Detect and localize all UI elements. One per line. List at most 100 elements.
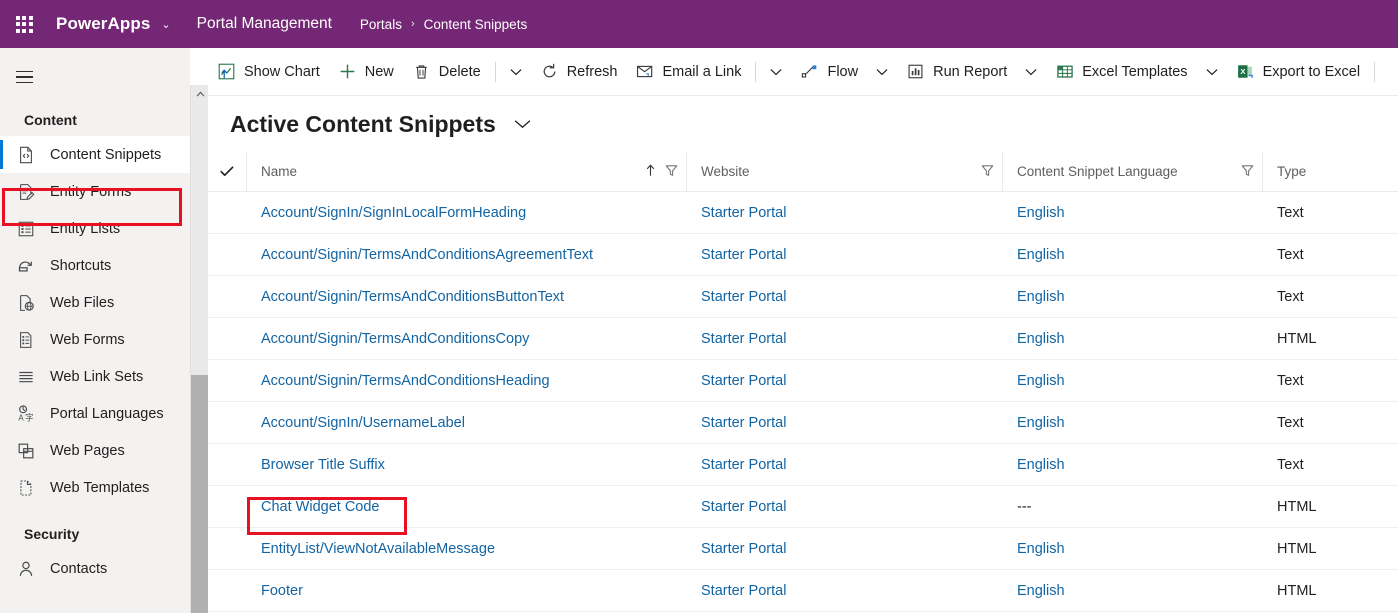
cell-website[interactable]: Starter Portal	[686, 373, 1002, 389]
cell-website[interactable]: Starter Portal	[686, 499, 1002, 515]
sidebar-item-content-snippets[interactable]: Content Snippets	[0, 136, 190, 173]
column-header-content-snippet-language[interactable]: Content Snippet Language	[1002, 151, 1262, 192]
cell-language[interactable]: English	[1002, 289, 1262, 305]
run-report-chevron-down-icon[interactable]	[1016, 52, 1046, 92]
cell-language[interactable]: English	[1002, 541, 1262, 557]
cell-name[interactable]: EntityList/ViewNotAvailableMessage	[246, 541, 686, 557]
filter-icon[interactable]	[1241, 164, 1254, 180]
export-to-excel-button[interactable]: X Export to Excel	[1227, 52, 1370, 92]
table-row[interactable]: Account/Signin/TermsAndConditionsHeading…	[208, 360, 1398, 402]
table-row[interactable]: Account/SignIn/SignInLocalFormHeading Sta…	[208, 192, 1398, 234]
email-overflow-chevron-down-icon[interactable]	[761, 52, 791, 92]
cell-name-text[interactable]: Browser Title Suffix	[261, 457, 385, 473]
cell-website[interactable]: Starter Portal	[686, 541, 1002, 557]
cell-website[interactable]: Starter Portal	[686, 331, 1002, 347]
table-row[interactable]: Account/Signin/TermsAndConditionsButtonT…	[208, 276, 1398, 318]
chevron-up-icon[interactable]	[191, 85, 209, 102]
sidebar-scrollbar[interactable]	[190, 85, 209, 613]
table-row[interactable]: Chat Widget Code Starter Portal --- HTML	[208, 486, 1398, 528]
cell-name[interactable]: Account/Signin/TermsAndConditionsAgreeme…	[246, 247, 686, 263]
cell-website-text[interactable]: Starter Portal	[701, 331, 786, 347]
cell-name-text[interactable]: Footer	[261, 583, 303, 599]
cell-language-text[interactable]: English	[1017, 415, 1065, 431]
sidebar-item-contacts[interactable]: Contacts	[0, 550, 190, 587]
delete-button[interactable]: Delete	[403, 52, 490, 92]
sidebar-item-web-pages[interactable]: Web Pages	[0, 432, 190, 469]
cell-name-text[interactable]: Account/Signin/TermsAndConditionsCopy	[261, 331, 529, 347]
column-header-website[interactable]: Website	[686, 151, 1002, 192]
cell-language[interactable]: English	[1002, 331, 1262, 347]
table-row[interactable]: EntityList/ViewNotAvailableMessage Starte…	[208, 528, 1398, 570]
cell-language[interactable]: English	[1002, 247, 1262, 263]
table-row[interactable]: Footer Starter Portal English HTML	[208, 570, 1398, 612]
cell-name-text[interactable]: EntityList/ViewNotAvailableMessage	[261, 541, 495, 557]
cell-name[interactable]: Account/SignIn/UsernameLabel	[246, 415, 686, 431]
cell-website-text[interactable]: Starter Portal	[701, 247, 786, 263]
cell-language[interactable]: English	[1002, 457, 1262, 473]
cell-website-text[interactable]: Starter Portal	[701, 499, 786, 515]
cell-name[interactable]: Account/SignIn/SignInLocalFormHeading	[246, 205, 686, 221]
cell-name[interactable]: Chat Widget Code	[246, 499, 686, 515]
delete-overflow-chevron-down-icon[interactable]	[501, 52, 531, 92]
cell-language-text[interactable]: English	[1017, 457, 1065, 473]
cell-name[interactable]: Account/Signin/TermsAndConditionsHeading	[246, 373, 686, 389]
select-all-checkbox[interactable]	[208, 166, 246, 177]
cell-website-text[interactable]: Starter Portal	[701, 583, 786, 599]
cell-website-text[interactable]: Starter Portal	[701, 541, 786, 557]
sidebar-item-entity-lists[interactable]: Entity Lists	[0, 210, 190, 247]
sidebar-item-entity-forms[interactable]: Entity Forms	[0, 173, 190, 210]
flow-button[interactable]: Flow	[791, 52, 867, 92]
cell-name-text[interactable]: Account/SignIn/UsernameLabel	[261, 415, 465, 431]
arrow-up-icon[interactable]	[646, 164, 655, 179]
cell-name-text[interactable]: Account/Signin/TermsAndConditionsButtonT…	[261, 289, 564, 305]
cell-name[interactable]: Footer	[246, 583, 686, 599]
cell-name-text[interactable]: Chat Widget Code	[261, 499, 379, 515]
brand-chevron-down-icon[interactable]: ⌄	[161, 18, 170, 31]
breadcrumb-root[interactable]: Portals	[360, 17, 402, 32]
cell-website[interactable]: Starter Portal	[686, 583, 1002, 599]
refresh-button[interactable]: Refresh	[531, 52, 627, 92]
cell-language-text[interactable]: English	[1017, 289, 1065, 305]
app-launcher-button[interactable]	[0, 0, 48, 48]
brand-title[interactable]: PowerApps	[56, 14, 150, 34]
cell-name-text[interactable]: Account/SignIn/SignInLocalFormHeading	[261, 205, 526, 221]
sidebar-item-web-link-sets[interactable]: Web Link Sets	[0, 358, 190, 395]
view-selector-chevron-down-icon[interactable]	[514, 116, 531, 132]
sidebar-item-shortcuts[interactable]: Shortcuts	[0, 247, 190, 284]
table-row[interactable]: Account/Signin/TermsAndConditionsCopy Sta…	[208, 318, 1398, 360]
excel-templates-button[interactable]: Excel Templates	[1046, 52, 1196, 92]
sidebar-item-portal-languages[interactable]: A字 Portal Languages	[0, 395, 190, 432]
cell-name[interactable]: Account/Signin/TermsAndConditionsCopy	[246, 331, 686, 347]
cell-website-text[interactable]: Starter Portal	[701, 415, 786, 431]
cell-name-text[interactable]: Account/Signin/TermsAndConditionsAgreeme…	[261, 247, 593, 263]
excel-templates-chevron-down-icon[interactable]	[1197, 52, 1227, 92]
hamburger-menu-icon[interactable]	[0, 56, 48, 98]
cell-language[interactable]: English	[1002, 373, 1262, 389]
cell-language-text[interactable]: English	[1017, 373, 1065, 389]
cell-language-text[interactable]: English	[1017, 583, 1065, 599]
show-chart-button[interactable]: Show Chart	[208, 52, 329, 92]
cell-website[interactable]: Starter Portal	[686, 205, 1002, 221]
cell-language-text[interactable]: English	[1017, 247, 1065, 263]
sidebar-item-web-files[interactable]: Web Files	[0, 284, 190, 321]
cell-website[interactable]: Starter Portal	[686, 289, 1002, 305]
cell-language-text[interactable]: English	[1017, 331, 1065, 347]
filter-icon[interactable]	[665, 164, 678, 180]
cell-website[interactable]: Starter Portal	[686, 415, 1002, 431]
sidebar-scrollbar-thumb[interactable]	[191, 375, 209, 613]
cell-name-text[interactable]: Account/Signin/TermsAndConditionsHeading	[261, 373, 550, 389]
cell-website-text[interactable]: Starter Portal	[701, 205, 786, 221]
cell-language[interactable]: English	[1002, 415, 1262, 431]
cell-name[interactable]: Account/Signin/TermsAndConditionsButtonT…	[246, 289, 686, 305]
cell-language-text[interactable]: English	[1017, 541, 1065, 557]
cell-website[interactable]: Starter Portal	[686, 247, 1002, 263]
table-row[interactable]: Browser Title Suffix Starter Portal Englis…	[208, 444, 1398, 486]
filter-icon[interactable]	[981, 164, 994, 180]
sidebar-item-web-forms[interactable]: Web Forms	[0, 321, 190, 358]
cell-name[interactable]: Browser Title Suffix	[246, 457, 686, 473]
flow-chevron-down-icon[interactable]	[867, 52, 897, 92]
sidebar-item-web-templates[interactable]: Web Templates	[0, 469, 190, 506]
run-report-button[interactable]: Run Report	[897, 52, 1016, 92]
table-row[interactable]: Account/Signin/TermsAndConditionsAgreeme…	[208, 234, 1398, 276]
email-a-link-button[interactable]: Email a Link	[626, 52, 750, 92]
